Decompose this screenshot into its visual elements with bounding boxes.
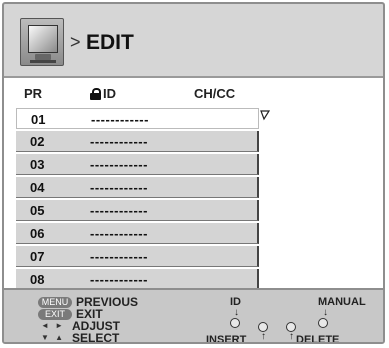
row-pr: 04 [30, 180, 45, 195]
row-id: ------------ [91, 112, 149, 127]
column-header-pr: PR [24, 86, 43, 101]
column-header-chcc: CH/CC [194, 86, 236, 101]
color-key-guide: ID MANUAL ↓ ↓ ↑ ↑ INSERT DELETE [206, 294, 380, 344]
channel-row-07[interactable]: 07 ------------ [16, 246, 259, 267]
key-legend: MENU PREVIOUS EXIT EXIT ◄ ► ADJUST ▼ ▲ S… [38, 296, 138, 344]
edit-menu-panel: > EDIT PR ID CH/CC 01 ------------ 02 --… [2, 2, 385, 344]
lock-icon [90, 87, 101, 100]
row-pr: 01 [31, 112, 46, 127]
exit-key-icon: EXIT [38, 308, 72, 320]
row-pr: 07 [30, 249, 45, 264]
row-id: ------------ [90, 249, 148, 264]
row-pr: 03 [30, 157, 45, 172]
insert-key-label: INSERT [206, 334, 247, 344]
up-arrow-icon: ↑ [289, 331, 294, 342]
column-header-id-label: ID [103, 86, 116, 101]
row-id: ------------ [90, 226, 148, 241]
tv-monitor-icon [20, 18, 64, 66]
page-title: EDIT [86, 31, 134, 54]
menu-header: > EDIT [4, 4, 383, 76]
channel-row-03[interactable]: 03 ------------ [16, 154, 259, 175]
down-arrow-icon: ↓ [234, 307, 239, 318]
up-down-arrows-icon: ▼ ▲ [40, 333, 66, 342]
channel-row-02[interactable]: 02 ------------ [16, 131, 259, 152]
delete-key-label: DELETE [296, 334, 340, 344]
row-id: ------------ [90, 272, 148, 287]
row-id: ------------ [90, 180, 148, 195]
row-pr: 02 [30, 134, 45, 149]
row-pr: 08 [30, 272, 45, 287]
row-id: ------------ [90, 134, 148, 149]
channel-row-04[interactable]: 04 ------------ [16, 177, 259, 198]
row-pr: 05 [30, 203, 45, 218]
row-id: ------------ [90, 157, 148, 172]
row-id: ------------ [90, 203, 148, 218]
channel-row-08[interactable]: 08 ------------ [16, 269, 259, 290]
selection-pointer-icon [260, 110, 270, 121]
channel-row-05[interactable]: 05 ------------ [16, 200, 259, 221]
row-pr: 06 [30, 226, 45, 241]
up-arrow-icon: ↑ [261, 331, 266, 342]
legend-select-text: SELECT [72, 331, 120, 344]
help-bar: MENU PREVIOUS EXIT EXIT ◄ ► ADJUST ▼ ▲ S… [4, 288, 383, 344]
channel-row-01[interactable]: 01 ------------ [16, 108, 259, 129]
down-arrow-icon: ↓ [323, 307, 328, 318]
column-header-id: ID [90, 86, 116, 101]
channel-list: 01 ------------ 02 ------------ 03 -----… [16, 108, 259, 292]
legend-select: ▼ ▲ SELECT [38, 331, 138, 344]
left-right-arrows-icon: ◄ ► [40, 321, 66, 330]
blue-key-icon [318, 318, 328, 328]
channel-table: PR ID CH/CC 01 ------------ 02 ---------… [4, 78, 383, 290]
channel-row-06[interactable]: 06 ------------ [16, 223, 259, 244]
breadcrumb-separator: > [70, 32, 81, 52]
column-headers: PR ID CH/CC [4, 86, 383, 104]
red-key-icon [230, 318, 240, 328]
menu-key-icon: MENU [38, 296, 72, 308]
